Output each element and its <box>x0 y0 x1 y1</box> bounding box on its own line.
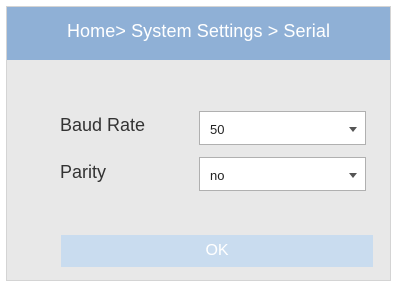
header-bar: Home> System Settings > Serial <box>7 7 390 60</box>
parity-value: no <box>210 168 225 183</box>
chevron-down-icon <box>349 173 357 178</box>
serial-settings-panel: Home> System Settings > Serial Baud Rate… <box>6 6 391 281</box>
parity-select[interactable]: no <box>199 157 366 191</box>
breadcrumb: Home> System Settings > Serial <box>66 21 331 41</box>
parity-label: Parity <box>60 162 107 182</box>
ok-button[interactable]: OK <box>61 235 373 267</box>
chevron-down-icon <box>349 127 357 132</box>
baud-rate-label: Baud Rate <box>60 115 146 135</box>
baud-rate-value: 50 <box>210 122 225 137</box>
baud-rate-select[interactable]: 50 <box>199 111 366 145</box>
